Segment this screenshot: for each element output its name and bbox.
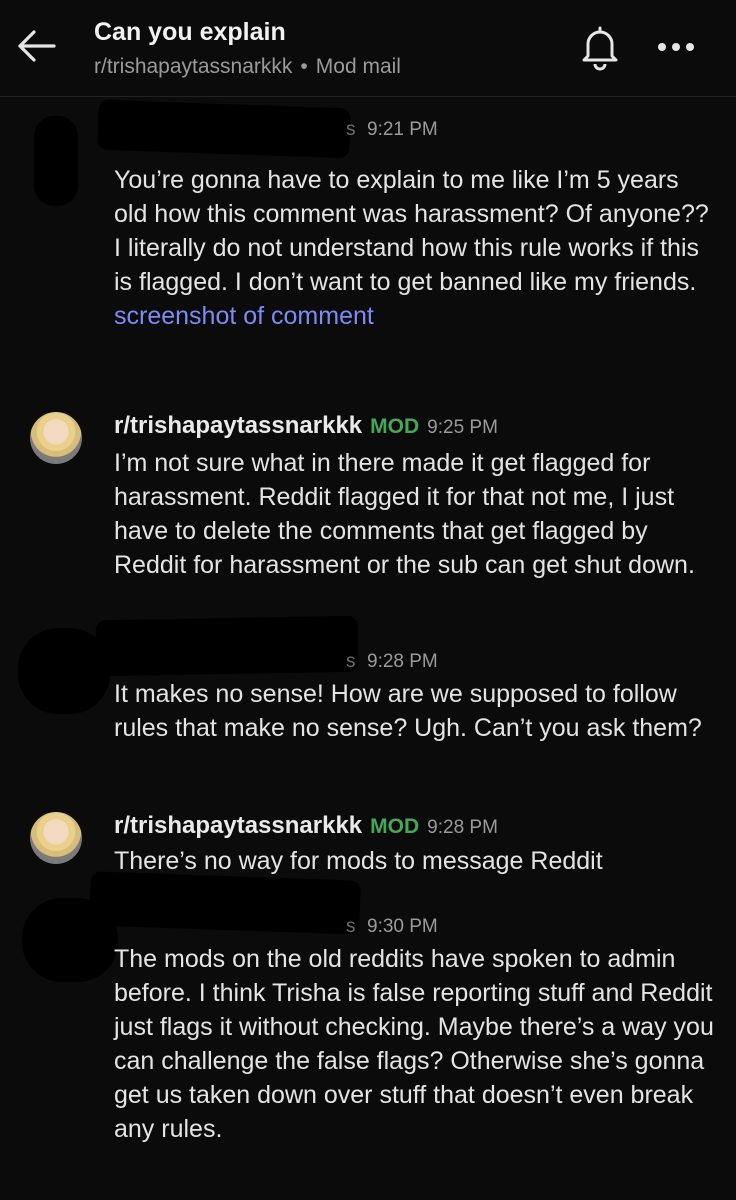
bell-icon	[582, 26, 618, 71]
message-body: I’m not sure what in there made it get f…	[114, 449, 695, 579]
message-meta: r/trishapaytassnarkkk MOD 9:28 PM	[114, 812, 498, 840]
mod-avatar[interactable]	[30, 412, 82, 464]
top-bar: Can you explain r/trishapaytassnarkkk • Mo…	[0, 0, 736, 97]
message-body: It makes no sense! How are we supposed t…	[114, 680, 702, 742]
separator: •	[300, 55, 308, 78]
redacted-avatar	[34, 116, 78, 206]
mod-badge: MOD	[370, 815, 420, 838]
message-time: 9:28 PM	[367, 651, 438, 672]
username-fragment: s	[346, 916, 356, 937]
mod-avatar[interactable]	[30, 812, 82, 864]
redacted-username	[95, 615, 359, 677]
notifications-button[interactable]	[578, 22, 622, 72]
message-time: 9:30 PM	[367, 916, 438, 937]
message-meta: r/trishapaytassnarkkk MOD 9:25 PM	[114, 412, 498, 440]
community-name[interactable]: r/trishapaytassnarkkk	[94, 55, 292, 78]
redacted-username	[89, 871, 361, 935]
author-name[interactable]: r/trishapaytassnarkkk	[114, 812, 362, 839]
redacted-username	[97, 99, 351, 159]
message-body: You’re gonna have to explain to me like …	[114, 166, 709, 330]
message-body: There’s no way for mods to message Reddi…	[114, 847, 603, 875]
username-fragment: s	[346, 651, 356, 672]
message-body: The mods on the old reddits have spoken …	[114, 945, 714, 1143]
subtitle: r/trishapaytassnarkkk • Mod mail	[94, 55, 401, 79]
message-time: 9:25 PM	[427, 417, 498, 438]
back-arrow-icon	[18, 30, 56, 62]
more-icon	[658, 43, 694, 51]
mod-badge: MOD	[370, 415, 420, 438]
more-options-button[interactable]	[652, 30, 700, 64]
author-name[interactable]: r/trishapaytassnarkkk	[114, 412, 362, 439]
back-button[interactable]	[14, 24, 58, 68]
message-time: 9:21 PM	[367, 119, 438, 140]
page-title: Can you explain	[94, 18, 286, 46]
username-fragment: s	[346, 119, 356, 140]
section-name: Mod mail	[315, 55, 401, 78]
screenshot-link[interactable]: screenshot of comment	[114, 302, 374, 330]
message-time: 9:28 PM	[427, 817, 498, 838]
